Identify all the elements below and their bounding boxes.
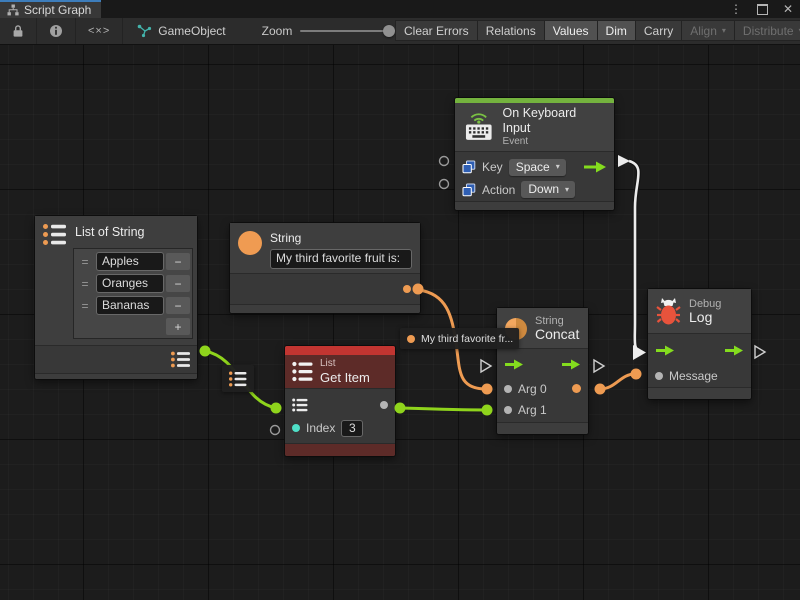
graph-canvas[interactable]: On Keyboard Input Event Key Space xyxy=(0,45,800,600)
code-preview-button[interactable]: <×> xyxy=(76,18,123,44)
carry-toggle[interactable]: Carry xyxy=(635,20,682,41)
zoom-slider-handle[interactable] xyxy=(383,25,395,37)
gameobject-label: GameObject xyxy=(158,24,225,38)
getitem-list-in-connector[interactable] xyxy=(271,403,282,414)
lock-icon xyxy=(12,24,24,38)
tab-title: Script Graph xyxy=(24,3,91,17)
maximize-icon[interactable] xyxy=(757,4,768,15)
log-message-connector[interactable] xyxy=(631,369,642,380)
string-out-connector[interactable] xyxy=(413,284,424,295)
graph-owner[interactable]: GameObject xyxy=(137,24,225,38)
log-flow-out-connector[interactable] xyxy=(755,346,765,358)
zoom-label: Zoom xyxy=(262,24,293,38)
string-value-tooltip: My third favorite fr... xyxy=(400,328,519,349)
string-value-text: My third favorite fr... xyxy=(421,333,519,345)
control-in-connector[interactable] xyxy=(633,345,646,360)
list-value-tooltip xyxy=(222,365,254,392)
concat-arg0-connector[interactable] xyxy=(482,384,493,395)
tab-script-graph[interactable]: Script Graph xyxy=(0,0,101,18)
close-icon[interactable]: ✕ xyxy=(783,3,793,15)
window-controls: ⋮ ✕ xyxy=(730,0,800,18)
concat-flow-out-connector[interactable] xyxy=(594,360,604,372)
toolbar-toggle-group: Clear Errors Relations Values Dim Carry … xyxy=(396,20,800,41)
ports-overlay xyxy=(0,45,800,600)
graph-icon xyxy=(7,4,19,16)
string-value-dot xyxy=(407,335,415,343)
lock-button[interactable] xyxy=(0,18,37,44)
list-value-icon xyxy=(229,371,247,387)
clear-errors-button[interactable]: Clear Errors xyxy=(395,20,478,41)
action-free-port[interactable] xyxy=(440,180,449,189)
zoom-control: Zoom 1x xyxy=(262,24,413,38)
align-dropdown[interactable]: Align xyxy=(681,20,735,41)
concat-flow-in-connector[interactable] xyxy=(481,360,491,372)
zoom-slider[interactable] xyxy=(300,30,392,32)
gameobject-icon xyxy=(137,24,152,38)
concat-result-connector[interactable] xyxy=(595,384,606,395)
dim-toggle[interactable]: Dim xyxy=(597,20,636,41)
list-output-connector[interactable] xyxy=(200,346,211,357)
control-out-connector[interactable] xyxy=(618,155,630,167)
distribute-dropdown[interactable]: Distribute xyxy=(734,20,800,41)
script-graph-window: Script Graph ⋮ ✕ <×> xyxy=(0,0,800,600)
key-free-port[interactable] xyxy=(440,157,449,166)
info-button[interactable] xyxy=(37,18,76,44)
getitem-item-out-connector[interactable] xyxy=(395,403,406,414)
info-icon xyxy=(49,24,63,38)
tab-bar: Script Graph ⋮ ✕ xyxy=(0,0,800,18)
relations-toggle[interactable]: Relations xyxy=(477,20,545,41)
graph-toolbar: <×> GameObject Zoom 1x Clear Errors Rela… xyxy=(0,18,800,45)
values-toggle[interactable]: Values xyxy=(544,20,598,41)
menu-icon[interactable]: ⋮ xyxy=(730,3,742,15)
index-free-port[interactable] xyxy=(271,426,280,435)
concat-arg1-connector[interactable] xyxy=(482,405,493,416)
